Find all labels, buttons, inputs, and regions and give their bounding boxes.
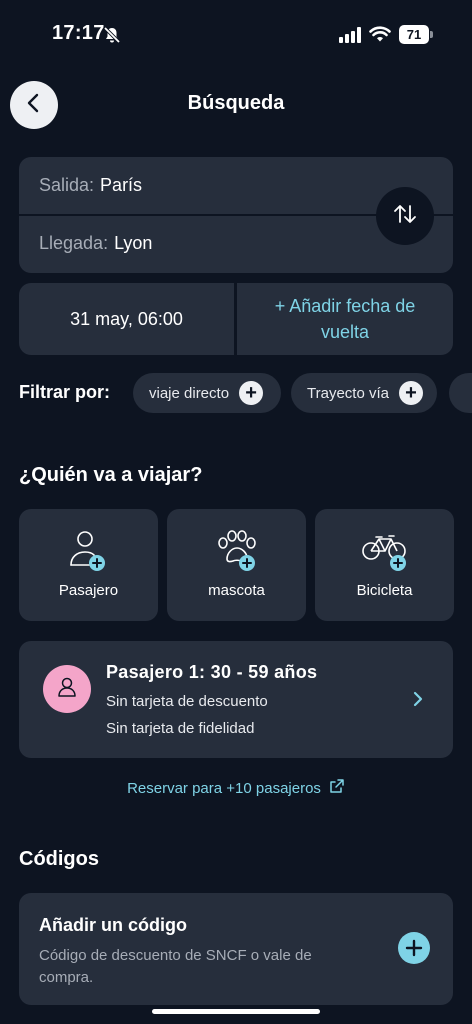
destination-label: Llegada: xyxy=(39,233,109,253)
origin-field[interactable]: Salida: París xyxy=(39,175,142,196)
filter-chip-label: Trayecto vía xyxy=(307,384,389,402)
add-return-date-button[interactable]: + Añadir fecha de vuelta xyxy=(237,283,453,355)
filter-chip-via[interactable]: Trayecto vía + xyxy=(291,373,437,413)
destination-value: Lyon xyxy=(114,233,153,253)
plus-circle-icon[interactable] xyxy=(398,932,430,964)
loyalty-card-status: Sin tarjeta de fidelidad xyxy=(106,720,255,737)
wifi-icon xyxy=(369,25,391,48)
avatar xyxy=(43,665,91,713)
passenger-title: Pasajero 1: 30 - 59 años xyxy=(106,662,318,682)
swap-button[interactable] xyxy=(376,187,434,245)
plus-icon: + xyxy=(398,381,423,405)
destination-field[interactable]: Llegada: Lyon xyxy=(39,233,152,254)
add-pet-button[interactable]: mascota xyxy=(167,509,306,621)
add-code-title: Añadir un código xyxy=(39,915,187,935)
outbound-date-button[interactable]: 31 may, 06:00 xyxy=(19,283,234,355)
filter-chip-direct[interactable]: viaje directo + xyxy=(133,373,281,413)
group-booking-label: Reservar para +10 pasajeros xyxy=(127,779,321,797)
plus-icon: + xyxy=(239,381,264,405)
add-return-date-label: + Añadir fecha de vuelta xyxy=(274,296,416,342)
home-indicator xyxy=(152,1009,320,1014)
signal-icon xyxy=(339,27,363,48)
filter-chip-label: viaje directo xyxy=(149,384,230,402)
travellers-title: ¿Quién va a viajar? xyxy=(19,464,203,486)
codes-title: Códigos xyxy=(19,848,99,870)
swap-vertical-icon xyxy=(392,202,418,231)
paw-add-icon xyxy=(167,529,306,573)
add-bicycle-button[interactable]: Bicicleta xyxy=(315,509,454,621)
outbound-date: 31 may, 06:00 xyxy=(70,308,183,329)
external-link-icon xyxy=(321,778,345,798)
add-code-description: Código de descuento de SNCF o vale de co… xyxy=(39,947,312,986)
passenger-card[interactable]: Pasajero 1: 30 - 59 años Sin tarjeta de … xyxy=(19,641,453,758)
battery-icon: 71 xyxy=(399,25,429,44)
bicycle-add-icon xyxy=(315,529,454,573)
discount-card-status: Sin tarjeta de descuento xyxy=(106,693,268,710)
add-passenger-button[interactable]: Pasajero xyxy=(19,509,158,621)
battery-tip xyxy=(430,31,433,38)
pet-option-label: mascota xyxy=(208,582,265,599)
chevron-right-icon xyxy=(411,690,425,713)
person-add-icon xyxy=(19,529,158,573)
filter-label: Filtrar por: xyxy=(19,382,111,402)
group-booking-link[interactable]: Reservar para +10 pasajeros xyxy=(0,778,472,798)
bell-off-icon xyxy=(103,26,121,49)
passenger-option-label: Pasajero xyxy=(58,582,119,599)
person-icon xyxy=(56,676,78,703)
status-time: 17:17 xyxy=(52,22,105,44)
add-code-card[interactable]: Añadir un código Código de descuento de … xyxy=(19,893,453,1005)
origin-label: Salida: xyxy=(39,175,95,195)
filter-chip-partial[interactable] xyxy=(449,373,472,413)
page-title: Búsqueda xyxy=(187,92,285,114)
bicycle-option-label: Bicicleta xyxy=(356,582,413,599)
status-bar: 17:17 71 xyxy=(0,0,472,70)
origin-value: París xyxy=(100,175,143,195)
